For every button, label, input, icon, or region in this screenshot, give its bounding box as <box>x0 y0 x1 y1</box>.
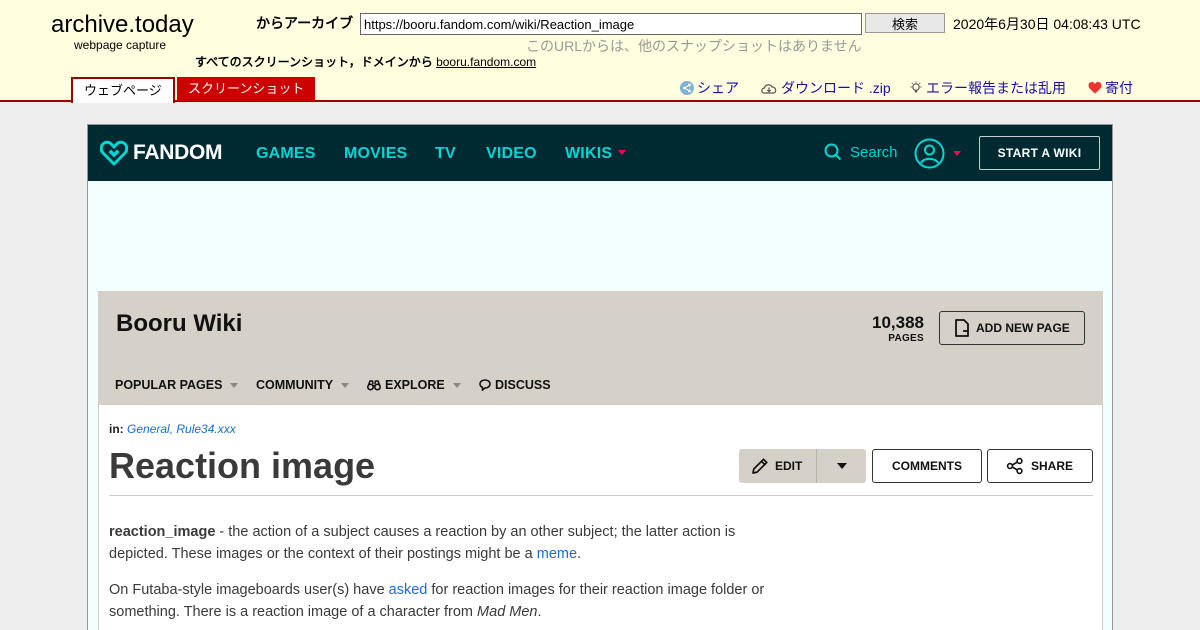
user-avatar-icon[interactable] <box>914 138 945 169</box>
chevron-down-icon <box>341 382 350 388</box>
nav-games[interactable]: GAMES <box>256 145 316 163</box>
archived-page-frame: FANDOM GAMES MOVIES TV VIDEO WIKIS Searc… <box>87 124 1113 630</box>
comments-button[interactable]: COMMENTS <box>872 449 982 483</box>
pages-count-number: 10,388 <box>872 313 924 332</box>
share-label: SHARE <box>1031 459 1074 473</box>
pages-counter: 10,388 PAGES <box>868 313 924 344</box>
all-screenshots-line: すべてのスクリーンショット，ドメインから booru.fandom.com <box>195 53 536 70</box>
heart-icon <box>1088 82 1102 94</box>
share-icon <box>1006 457 1023 475</box>
wiki-nav-popular-label: POPULAR PAGES <box>115 378 223 392</box>
archive-header: archive.today webpage capture からアーカイブ 検索… <box>0 0 1200 103</box>
wiki-name[interactable]: Booru Wiki <box>116 310 242 338</box>
article-paragraph-1: reaction_image - the action of a subject… <box>109 521 769 565</box>
new-page-icon <box>955 319 969 337</box>
fandom-logo[interactable]: FANDOM <box>100 139 223 167</box>
fandom-heart-logo-icon <box>100 140 128 166</box>
fandom-search[interactable]: Search <box>824 143 898 161</box>
archived-from-label: からアーカイブ <box>256 15 354 31</box>
nav-tv[interactable]: TV <box>435 145 456 163</box>
pages-count-label: PAGES <box>888 333 924 344</box>
asked-link[interactable]: asked <box>389 582 428 598</box>
title-divider <box>109 495 1093 496</box>
wiki-nav-community[interactable]: COMMUNITY <box>256 378 350 392</box>
edit-button-group: EDIT <box>739 449 866 483</box>
capture-date: 2020年6月30日 04:08:43 UTC <box>953 16 1141 32</box>
download-link[interactable]: ダウンロード .zip <box>760 78 891 98</box>
share-link[interactable]: シェア <box>680 78 739 98</box>
edit-button[interactable]: EDIT <box>739 449 817 483</box>
p2-start: On Futaba-style imageboards user(s) have <box>109 582 389 598</box>
donate-label: 寄付 <box>1105 80 1133 96</box>
page-title: Reaction image <box>109 445 376 486</box>
nav-wikis[interactable]: WIKIS <box>565 145 627 163</box>
archive-brand-subtitle: webpage capture <box>74 38 167 52</box>
share-icon <box>680 81 694 95</box>
community-header: Booru Wiki 10,388 PAGES ADD NEW PAGE POP… <box>98 291 1103 405</box>
categories-links[interactable]: General, Rule34.xxx <box>127 422 236 436</box>
report-link[interactable]: エラー報告または乱用 <box>909 78 1066 98</box>
binoculars-icon <box>367 379 381 390</box>
mad-men-title: Mad Men <box>477 604 538 620</box>
chevron-down-icon <box>618 150 627 155</box>
domain-link[interactable]: booru.fandom.com <box>436 55 536 69</box>
speech-bubble-icon <box>479 379 491 391</box>
wiki-nav-popular-pages[interactable]: POPULAR PAGES <box>115 378 239 392</box>
archive-search-button[interactable]: 検索 <box>865 13 945 33</box>
term-reaction-image: reaction_image <box>109 524 216 540</box>
archive-url-input[interactable] <box>360 13 862 35</box>
share-button[interactable]: SHARE <box>987 449 1093 483</box>
wiki-nav-explore-label: EXPLORE <box>385 378 445 392</box>
chevron-down-icon <box>452 382 461 388</box>
edit-dropdown-toggle[interactable] <box>817 449 866 483</box>
fandom-logo-text: FANDOM <box>133 141 223 164</box>
search-label: Search <box>850 143 898 161</box>
nav-wikis-label: WIKIS <box>565 145 613 162</box>
article-paragraph-2: On Futaba-style imageboards user(s) have… <box>109 579 769 623</box>
share-label: シェア <box>697 80 739 96</box>
fandom-global-nav: FANDOM GAMES MOVIES TV VIDEO WIKIS Searc… <box>88 125 1112 181</box>
wiki-nav-discuss-label: DISCUSS <box>495 378 551 392</box>
cloud-download-icon <box>761 84 777 94</box>
nav-movies[interactable]: MOVIES <box>344 145 407 163</box>
article-content: in: General, Rule34.xxx Reaction image E… <box>98 405 1103 630</box>
download-label: ダウンロード .zip <box>781 80 891 96</box>
wiki-nav-explore[interactable]: EXPLORE <box>367 378 461 392</box>
tab-screenshot[interactable]: スクリーンショット <box>177 77 316 101</box>
p1-end: . <box>577 546 582 562</box>
tab-webpage[interactable]: ウェブページ <box>71 77 175 103</box>
pencil-icon <box>752 458 768 474</box>
categories-label: in: <box>109 422 124 436</box>
wiki-nav-discuss[interactable]: DISCUSS <box>479 378 551 392</box>
no-other-snapshots-note: このURLからは、他のスナップショットはありません <box>526 38 862 54</box>
meme-link[interactable]: meme <box>537 546 577 562</box>
edit-label: EDIT <box>775 459 803 473</box>
search-icon <box>824 143 842 161</box>
user-menu-chevron-icon[interactable] <box>953 151 961 156</box>
nav-video[interactable]: VIDEO <box>486 145 537 163</box>
lightbulb-icon <box>910 81 922 93</box>
add-new-page-label: ADD NEW PAGE <box>976 321 1070 335</box>
wiki-nav-community-label: COMMUNITY <box>256 378 334 392</box>
all-screenshots-label: すべてのスクリーンショット，ドメインから <box>195 55 433 69</box>
report-label: エラー報告または乱用 <box>926 80 1066 96</box>
start-a-wiki-button[interactable]: START A WIKI <box>979 136 1100 170</box>
chevron-down-icon <box>836 463 847 469</box>
donate-link[interactable]: 寄付 <box>1088 78 1133 98</box>
chevron-down-icon <box>230 382 239 388</box>
archive-brand-title[interactable]: archive.today <box>51 11 194 39</box>
p2-end: . <box>537 604 542 620</box>
add-new-page-button[interactable]: ADD NEW PAGE <box>939 311 1085 345</box>
article-categories: in: General, Rule34.xxx <box>109 422 236 436</box>
